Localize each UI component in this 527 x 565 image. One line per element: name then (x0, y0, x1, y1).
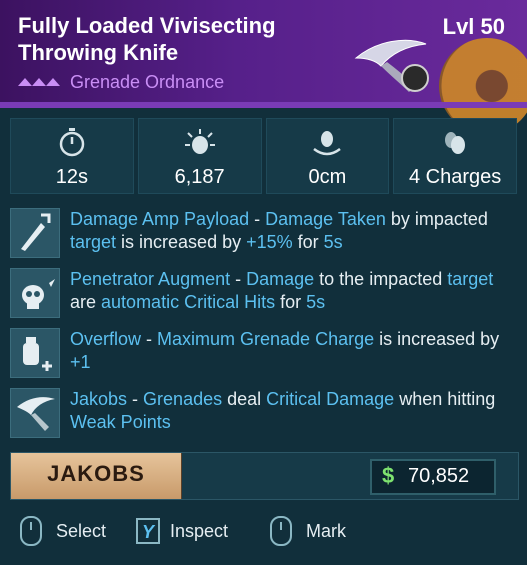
item-header: Fully Loaded Vivisecting Throwing Knife … (0, 0, 527, 134)
control-hints: Select Y Inspect Mark (20, 513, 500, 549)
rarity-label: Grenade Ordnance (70, 71, 225, 92)
grenade-badge-icon (401, 64, 429, 92)
perk-text: when hitting (394, 389, 496, 409)
perk-description: Penetrator Augment - Damage to the impac… (70, 268, 517, 314)
price-box: $ 70,852 (370, 459, 496, 495)
price-value: 70,852 (408, 465, 470, 487)
perk-text: deal (222, 389, 267, 409)
knife-amp-icon (10, 208, 60, 258)
perk-text: is increased by (116, 232, 247, 252)
perk-keyword: Grenades (143, 389, 223, 409)
perk-text: - (230, 269, 247, 289)
skull-impact-icon (10, 268, 60, 318)
perk-keyword: Weak Points (70, 412, 171, 432)
stat-value: 4 Charges (408, 166, 502, 188)
stat-fuse-time: 12s (10, 118, 134, 194)
radius-grenade-icon (313, 131, 342, 156)
stat-value: 0cm (308, 166, 347, 188)
manufacturer-bar: JAKOBS $ 70,852 (10, 452, 519, 500)
perk-keyword: Maximum Grenade Charge (157, 329, 375, 349)
perk-text: by impacted (385, 209, 488, 229)
perk-keyword: +1 (70, 352, 91, 372)
mouse-right-icon (270, 516, 292, 546)
stats-row: 12s 6,187 0cm 4 Charges (10, 118, 517, 194)
stat-damage: 6,187 (137, 118, 262, 194)
perk-keyword: Penetrator Augment (70, 269, 231, 289)
stat-radius: 0cm (265, 118, 390, 194)
perk-text: to the impacted (314, 269, 448, 289)
perk-keyword: 5s (306, 292, 326, 312)
perk-text: for (275, 292, 307, 312)
perk-description: Jakobs - Grenades deal Critical Damage w… (70, 388, 517, 434)
perk-text: - (249, 209, 266, 229)
stat-value: 12s (55, 166, 88, 188)
damage-grenade-icon (184, 129, 215, 154)
perk-keyword: +15% (246, 232, 293, 252)
currency-symbol: $ (382, 463, 395, 488)
item-name: Fully Loaded Vivisecting Throwing Knife (18, 13, 276, 65)
item-level: Lvl 50 (442, 14, 505, 39)
grenade-plus-icon (10, 328, 60, 378)
perk-keyword: Overflow (70, 329, 142, 349)
perk-keyword: Damage (246, 269, 315, 289)
perk-keyword: Damage Amp Payload (70, 209, 250, 229)
perk-keyword: 5s (323, 232, 343, 252)
control-label: Mark (306, 520, 346, 541)
item-rarity: Grenade Ordnance (18, 72, 224, 92)
y-key-icon: Y (136, 518, 160, 544)
perk-keyword: target (70, 232, 117, 252)
control-label: Inspect (170, 520, 229, 541)
perk-text: for (292, 232, 324, 252)
manufacturer-name: JAKOBS (47, 461, 145, 486)
perk-description: Damage Amp Payload - Damage Taken by imp… (70, 208, 517, 254)
perk-penetrator-augment: Penetrator Augment - Damage to the impac… (10, 268, 517, 318)
rarity-triangles-icon (18, 78, 60, 86)
perk-overflow: Overflow - Maximum Grenade Charge is inc… (10, 328, 517, 378)
perk-text: - (127, 389, 144, 409)
item-card: Fully Loaded Vivisecting Throwing Knife … (0, 0, 527, 565)
stat-charges: 4 Charges (393, 118, 517, 194)
perk-keyword: Critical Damage (266, 389, 395, 409)
mouse-left-icon (20, 516, 42, 546)
manufacturer-logo: JAKOBS (11, 453, 182, 499)
perk-keyword: Jakobs (70, 389, 128, 409)
perk-jakobs: Jakobs - Grenades deal Critical Damage w… (10, 388, 517, 438)
perk-description: Overflow - Maximum Grenade Charge is inc… (70, 328, 517, 374)
header-divider (0, 102, 527, 108)
perk-keyword: automatic Critical Hits (101, 292, 276, 312)
perk-keyword: target (447, 269, 494, 289)
inspect-control[interactable]: Y Inspect (136, 513, 228, 549)
mark-control[interactable]: Mark (270, 513, 346, 549)
control-label: Select (56, 520, 107, 541)
throwing-knife-icon (10, 388, 60, 438)
select-control[interactable]: Select (20, 513, 106, 549)
perk-keyword: Damage Taken (265, 209, 386, 229)
stopwatch-icon (59, 128, 85, 157)
perk-damage-amp-payload: Damage Amp Payload - Damage Taken by imp… (10, 208, 517, 258)
grenade-charges-icon (445, 132, 466, 154)
stat-value: 6,187 (174, 166, 225, 188)
perk-text: is increased by (374, 329, 500, 349)
perk-text: are (70, 292, 102, 312)
perk-text: - (141, 329, 158, 349)
